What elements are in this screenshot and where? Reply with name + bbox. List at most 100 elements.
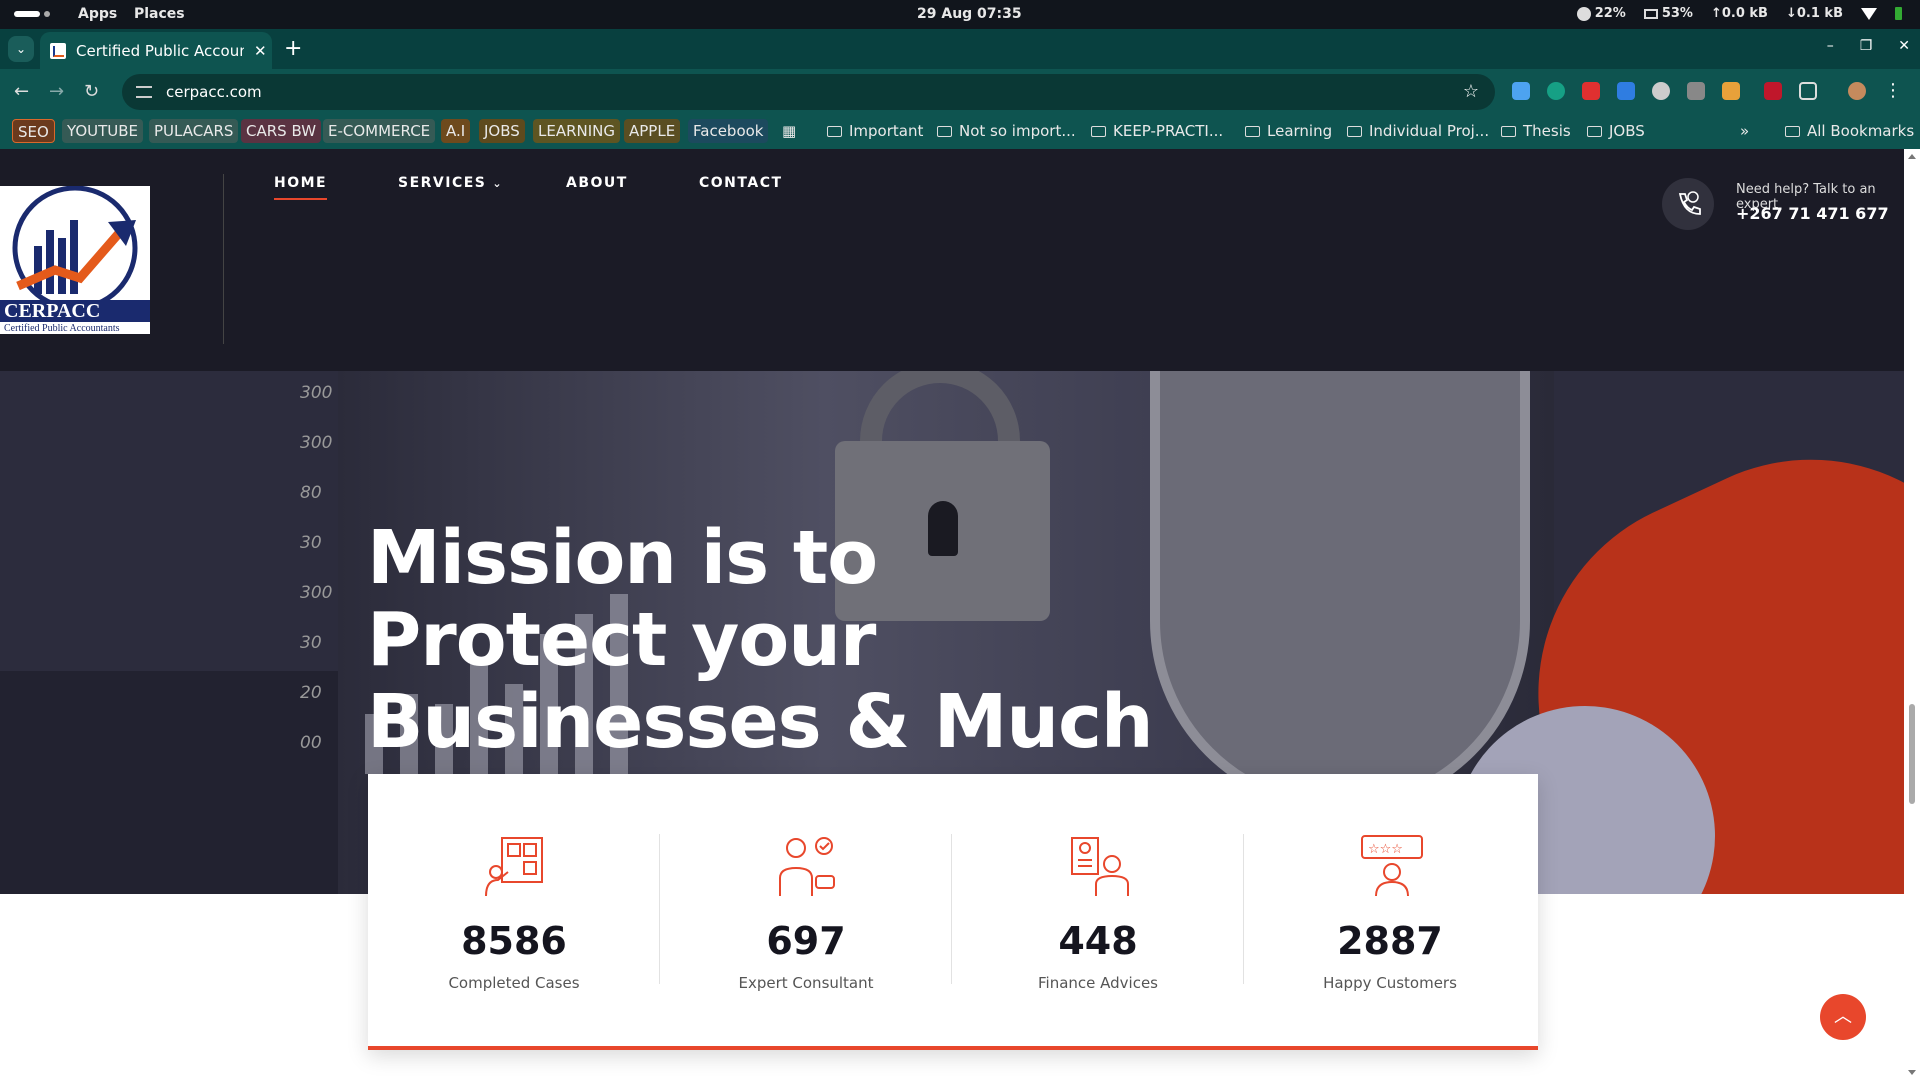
extension-f-icon[interactable] <box>1764 82 1782 100</box>
all-bookmarks[interactable]: All Bookmarks <box>1785 119 1914 143</box>
wifi-icon <box>1861 7 1877 20</box>
battery-status[interactable] <box>1895 6 1902 21</box>
folder-learning[interactable]: Learning <box>1245 119 1332 143</box>
phone-number[interactable]: +267 71 471 677 <box>1736 204 1889 223</box>
bookmark-facebook[interactable]: Facebook <box>688 119 769 143</box>
profile-avatar[interactable] <box>1848 82 1866 100</box>
browser-menu-icon[interactable]: ⋮ <box>1884 80 1902 101</box>
new-tab-button[interactable]: + <box>284 36 302 62</box>
nav-about[interactable]: ABOUT <box>566 175 628 191</box>
phone-icon <box>1678 191 1701 215</box>
folder-keep-practicing[interactable]: KEEP-PRACTI... <box>1091 119 1223 143</box>
bookmark-ai[interactable]: A.I <box>441 119 471 143</box>
folder-important[interactable]: Important <box>827 119 923 143</box>
extensions-puzzle-icon[interactable] <box>1799 82 1817 100</box>
phone-call-button[interactable] <box>1662 178 1714 230</box>
scroll-to-top-button[interactable]: ︿ <box>1820 994 1866 1040</box>
tab-title: Certified Public Accountants <box>76 41 244 60</box>
folder-jobs[interactable]: JOBS <box>1587 119 1645 143</box>
bookmark-jobs[interactable]: JOBS <box>479 119 525 143</box>
apps-menu[interactable]: Apps <box>78 6 117 22</box>
extension-cloud-icon[interactable] <box>1512 82 1530 100</box>
site-info-icon[interactable] <box>136 86 152 98</box>
back-icon[interactable]: ← <box>14 81 29 102</box>
stat-expert-consultant: 697 Expert Consultant <box>660 834 952 992</box>
bookmark-star-icon[interactable]: ☆ <box>1463 81 1479 102</box>
nav-contact[interactable]: CONTACT <box>699 175 783 191</box>
apps-grid-icon[interactable]: ▦ <box>777 119 801 143</box>
places-menu[interactable]: Places <box>134 6 185 22</box>
chevron-down-icon: ⌄ <box>492 177 504 190</box>
stats-accent-bar <box>368 1046 1538 1050</box>
stat-label: Completed Cases <box>448 974 580 992</box>
logo-subtitle: Certified Public Accountants <box>4 323 120 334</box>
bookmark-learning[interactable]: LEARNING <box>533 119 621 143</box>
folder-not-so-important[interactable]: Not so import... <box>937 119 1076 143</box>
page-scrollbar[interactable] <box>1904 149 1920 1080</box>
shield-graphic <box>1150 371 1530 811</box>
maximize-button[interactable]: ❐ <box>1860 38 1873 54</box>
stat-number: 8586 <box>461 919 567 963</box>
folder-icon <box>1091 125 1106 137</box>
bookmark-youtube[interactable]: YOUTUBE <box>62 119 144 143</box>
extension-react-icon[interactable] <box>1652 82 1670 100</box>
chart-tick-label: 20 <box>300 683 322 703</box>
folder-icon <box>1501 125 1516 137</box>
download-indicator[interactable]: ↓0.1 kB <box>1786 6 1843 21</box>
extension-tp-icon[interactable] <box>1582 82 1600 100</box>
favicon-icon <box>50 42 66 59</box>
tab-active[interactable]: Certified Public Accountants ✕ <box>40 32 272 69</box>
folder-icon <box>1245 125 1260 137</box>
case-board-icon <box>485 837 543 897</box>
browser-toolbar: ← → ↻ cerpacc.com ☆ ⋮ <box>0 69 1920 115</box>
chart-tick-label: 300 <box>300 433 333 453</box>
extension-z-icon[interactable] <box>1687 82 1705 100</box>
bookmarks-overflow-icon[interactable]: » <box>1735 119 1754 143</box>
folder-icon <box>1347 125 1362 137</box>
nav-services[interactable]: SERVICES ⌄ <box>398 175 503 191</box>
web-page: 300 300 80 30 300 30 20 00 CERPACC Certi… <box>0 149 1904 1080</box>
consultant-icon <box>779 837 835 896</box>
bookmarks-bar: SEO YOUTUBE PULACARS CARS BW E-COMMERCE … <box>0 115 1920 149</box>
upload-indicator[interactable]: ↑0.0 kB <box>1711 6 1768 21</box>
svg-text:☆☆☆: ☆☆☆ <box>1368 842 1403 857</box>
minimize-button[interactable]: – <box>1827 38 1834 54</box>
cpu-indicator[interactable]: 22% <box>1576 6 1626 21</box>
address-bar[interactable]: cerpacc.com ☆ <box>122 74 1495 110</box>
extension-grammarly-icon[interactable] <box>1547 82 1565 100</box>
folder-icon <box>1785 125 1800 137</box>
site-logo[interactable]: CERPACC Certified Public Accountants <box>0 185 150 334</box>
memory-indicator[interactable]: 53% <box>1643 6 1693 21</box>
tab-close-icon[interactable]: ✕ <box>254 42 267 60</box>
folder-individual-projects[interactable]: Individual Proj... <box>1347 119 1489 143</box>
reload-icon[interactable]: ↻ <box>84 81 99 102</box>
system-tray[interactable]: 22% 53% ↑0.0 kB ↓0.1 kB <box>1576 6 1902 21</box>
extension-pen-icon[interactable] <box>1617 82 1635 100</box>
activities-indicator[interactable] <box>14 11 50 17</box>
bookmark-e-commerce[interactable]: E-COMMERCE <box>323 119 436 143</box>
logo-wordmark: CERPACC <box>4 300 100 322</box>
clock[interactable]: 29 Aug 07:35 <box>917 6 1022 22</box>
header-divider <box>223 174 224 344</box>
folder-icon <box>827 125 842 137</box>
scrollbar-thumb[interactable] <box>1909 704 1915 804</box>
finance-advisor-icon <box>1071 837 1129 896</box>
network-status[interactable] <box>1861 6 1877 21</box>
bookmark-pulacars[interactable]: PULACARS <box>149 119 239 143</box>
stat-label: Finance Advices <box>1037 974 1158 992</box>
stat-label: Happy Customers <box>1323 974 1457 992</box>
forward-icon[interactable]: → <box>49 81 64 102</box>
bookmark-seo[interactable]: SEO <box>12 119 55 143</box>
extension-badge-icon[interactable] <box>1722 82 1740 100</box>
close-window-button[interactable]: ✕ <box>1898 38 1910 54</box>
system-top-bar: Apps Places 29 Aug 07:35 22% 53% ↑0.0 kB… <box>0 0 1920 29</box>
folder-thesis[interactable]: Thesis <box>1501 119 1571 143</box>
chart-tick-label: 300 <box>300 383 333 403</box>
memory-icon <box>1643 8 1658 19</box>
chevron-up-icon: ︿ <box>1834 1006 1852 1027</box>
nav-home[interactable]: HOME <box>274 175 328 200</box>
bookmark-apple[interactable]: APPLE <box>624 119 681 143</box>
tab-search-button[interactable]: ⌄ <box>8 36 34 62</box>
battery-icon <box>1895 7 1902 20</box>
bookmark-cars-bw[interactable]: CARS BW <box>241 119 322 143</box>
